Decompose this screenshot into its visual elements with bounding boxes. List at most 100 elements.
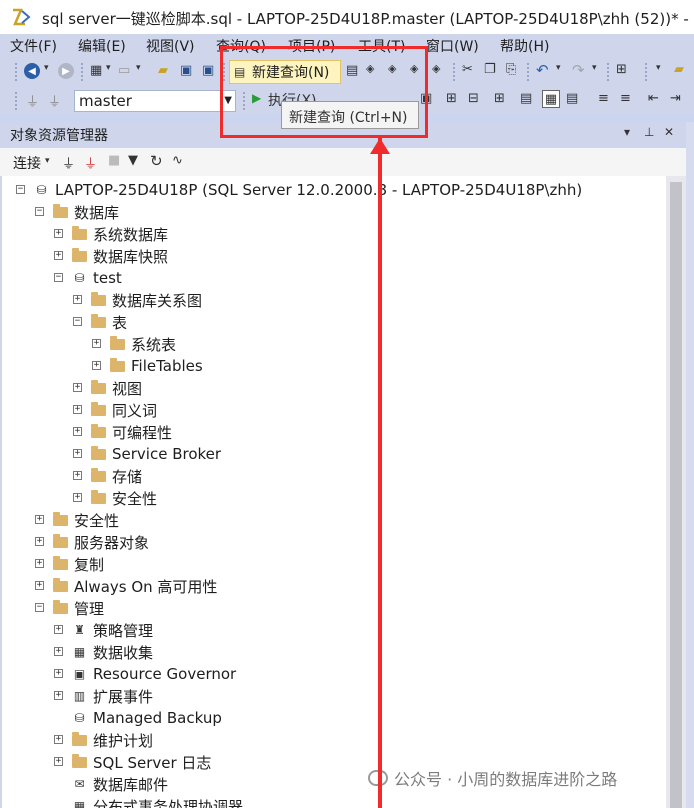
expand-toggle-icon[interactable]: + [54,625,63,634]
expand-toggle-icon[interactable]: + [54,229,63,238]
pin-icon[interactable]: ⊥ [644,125,654,139]
tree-node[interactable]: + 维护计划 [54,729,153,751]
tree-node[interactable]: + 安全性 [35,509,119,531]
query-designer-icon[interactable]: ⊟ [468,91,479,106]
expand-toggle-icon[interactable]: + [73,383,82,392]
tree-node[interactable]: + SQL Server 日志 [54,751,211,773]
tree-node[interactable]: + ▦ 数据收集 [54,641,153,663]
cut-icon[interactable]: ✂ [462,62,473,77]
collapse-toggle-icon[interactable]: − [35,603,44,612]
connect-icon[interactable]: ⏚ [26,91,39,110]
tree-node[interactable]: + ▥ 扩展事件 [54,685,153,707]
dropdown-arrow-icon[interactable]: ▾ [45,156,50,166]
tree-node[interactable]: + 存储 [73,465,142,487]
menu-file[interactable]: 文件(F) [10,36,57,56]
toolbar-grip[interactable] [14,91,18,111]
dropdown-arrow-icon[interactable]: ▾ [106,63,111,73]
expand-toggle-icon[interactable]: + [73,295,82,304]
toolbar-grip[interactable] [80,62,84,82]
expand-toggle-icon[interactable]: + [35,537,44,546]
close-icon[interactable]: ✕ [664,125,674,139]
expand-toggle-icon[interactable]: + [35,515,44,524]
tree-node[interactable]: + 数据库快照 [54,245,168,267]
dropdown-arrow-icon[interactable]: ▾ [556,63,561,73]
add-item-icon[interactable]: ▭ [118,63,130,78]
forward-icon[interactable]: ▶ [58,63,74,79]
expand-toggle-icon[interactable]: + [35,559,44,568]
tree-node[interactable]: + 服务器对象 [35,531,149,553]
open-folder-icon[interactable]: ▰ [674,62,684,77]
vertical-scrollbar[interactable] [666,176,686,808]
tree-node[interactable]: + 系统表 [92,333,176,355]
expand-toggle-icon[interactable]: + [54,669,63,678]
expand-toggle-icon[interactable]: + [54,735,63,744]
comment-icon[interactable]: ≡ [598,91,609,106]
dropdown-arrow-icon[interactable]: ▾ [592,63,597,73]
collapse-toggle-icon[interactable]: − [54,273,63,282]
save-all-icon[interactable]: ▣ [202,63,214,78]
tree-node[interactable]: + 安全性 [73,487,157,509]
expand-toggle-icon[interactable]: + [73,427,82,436]
toolbar-grip[interactable] [452,62,456,82]
refresh-icon[interactable]: ↻ [150,152,163,170]
menu-edit[interactable]: 编辑(E) [78,36,126,56]
increase-indent-icon[interactable]: ⇥ [670,91,681,106]
tree-node[interactable]: + ▣ Resource Governor [54,663,236,685]
dropdown-arrow-icon[interactable]: ▾ [136,63,141,73]
results-to-grid-icon[interactable]: ▦ [542,90,560,108]
expand-toggle-icon[interactable]: + [92,361,101,370]
expand-toggle-icon[interactable]: + [73,471,82,480]
toolbar-grip[interactable] [526,62,530,82]
collapse-toggle-icon[interactable]: − [35,207,44,216]
stop-icon[interactable]: ■ [108,153,120,168]
collapse-toggle-icon[interactable]: − [73,317,82,326]
uncomment-icon[interactable]: ≡ [620,91,631,106]
menu-view[interactable]: 视图(V) [146,36,195,56]
decrease-indent-icon[interactable]: ⇤ [648,91,659,106]
menu-window[interactable]: 窗口(W) [426,36,479,56]
open-file-icon[interactable]: ▰ [158,63,168,78]
include-plan-icon[interactable]: ⊞ [494,91,505,106]
tree-node[interactable]: + 可编程性 [73,421,172,443]
tree-node[interactable]: + 复制 [35,553,104,575]
dropdown-arrow-icon[interactable]: ▾ [44,63,49,73]
expand-toggle-icon[interactable]: + [73,405,82,414]
tree-node[interactable]: − ⛁ test [54,267,122,289]
new-project-icon[interactable]: ▦ [90,63,102,78]
save-icon[interactable]: ▣ [180,63,192,78]
back-icon[interactable]: ◀ [24,63,40,79]
scrollbar-thumb[interactable] [670,182,682,808]
tree-node[interactable]: − 表 [73,311,127,333]
tree-node[interactable]: + 数据库关系图 [73,289,202,311]
solution-explorer-icon[interactable]: ⊞ [616,62,627,77]
database-selector[interactable]: master ▼ [74,90,236,112]
expand-toggle-icon[interactable]: + [54,757,63,766]
tree-node[interactable]: ⛁ Managed Backup [54,707,221,729]
toolbar-grip[interactable] [606,62,610,82]
expand-toggle-icon[interactable]: + [54,691,63,700]
tree-node[interactable]: + FileTables [92,355,203,377]
connect-object-explorer-icon[interactable]: ⏚ [62,153,75,172]
display-plan-icon[interactable]: ⊞ [446,91,457,106]
tree-node[interactable]: + 系统数据库 [54,223,168,245]
menu-help[interactable]: 帮助(H) [500,36,549,56]
dax-query-icon[interactable]: ◈ [432,62,440,75]
copy-icon[interactable]: ❐ [484,62,496,77]
expand-toggle-icon[interactable]: + [54,251,63,260]
tree-node[interactable]: ▦ 分布式事务处理协调器 [54,795,243,808]
connect-button[interactable]: 连接 [13,153,41,173]
expand-toggle-icon[interactable]: + [73,449,82,458]
tree-node[interactable]: − 管理 [35,597,104,619]
undo-icon[interactable]: ↶ [536,61,549,79]
tree-node[interactable]: ✉ 数据库邮件 [54,773,168,795]
filter-icon[interactable]: ▼ [128,153,138,168]
tree-node[interactable]: + Always On 高可用性 [35,575,217,597]
tree-node[interactable]: + ♜ 策略管理 [54,619,153,641]
expand-toggle-icon[interactable]: + [92,339,101,348]
expand-toggle-icon[interactable]: + [73,493,82,502]
results-to-text-icon[interactable]: ▤ [520,91,532,106]
panel-menu-icon[interactable]: ▾ [624,125,630,139]
toolbar-grip[interactable] [14,62,18,82]
toolbar-grip[interactable] [644,62,648,82]
results-to-file-icon[interactable]: ▤ [566,91,578,106]
